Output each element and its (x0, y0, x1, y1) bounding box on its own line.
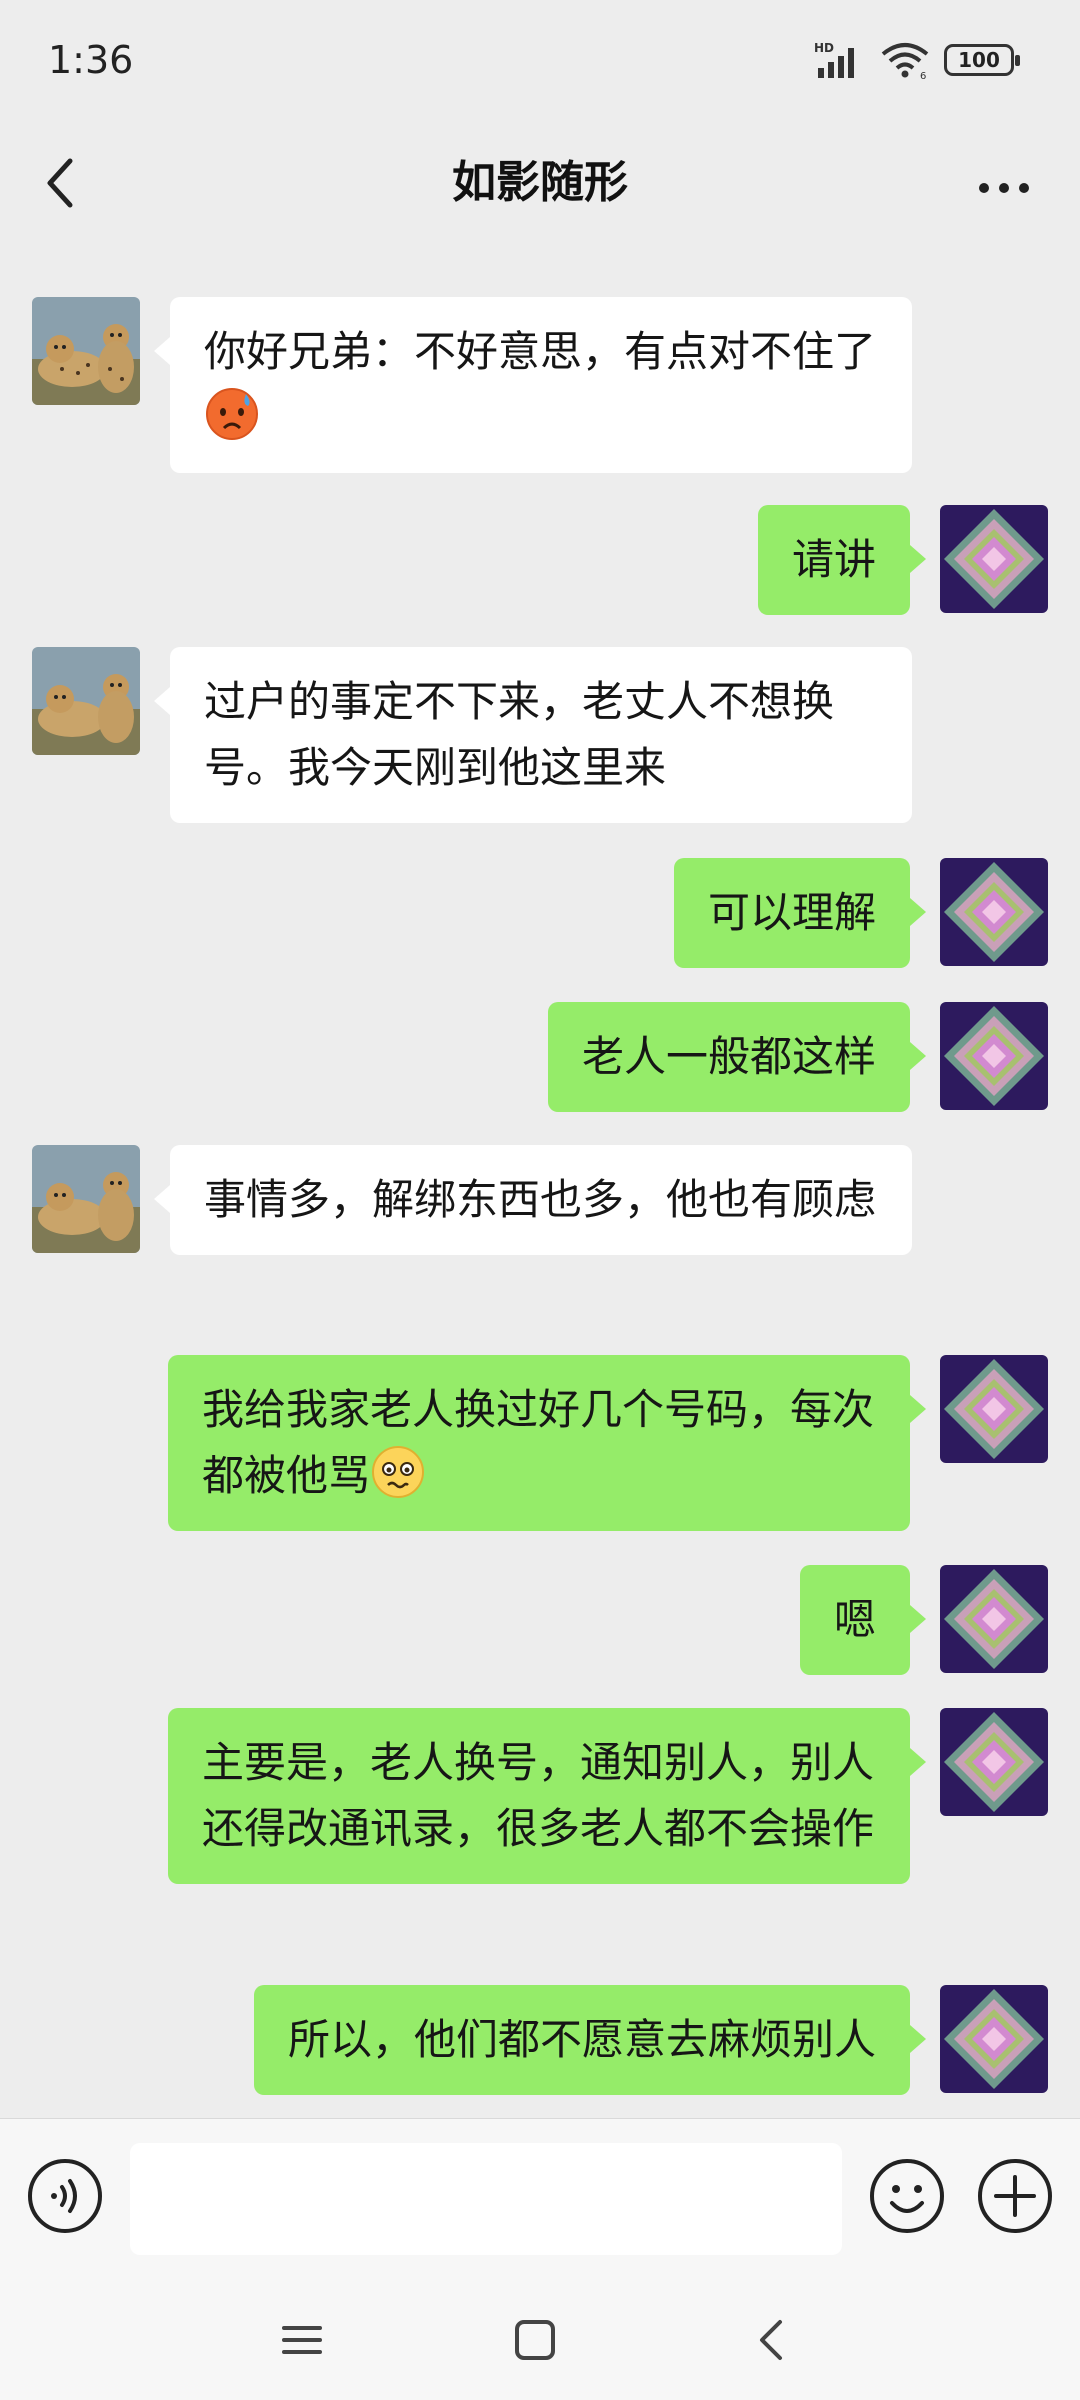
anxious-sweat-emoji (206, 388, 258, 440)
message-text: 我给我家老人换过好几个号码，每次都被他骂 (202, 1385, 875, 1500)
my-avatar[interactable] (940, 858, 1048, 966)
message-input[interactable] (130, 2143, 842, 2255)
diamond-pattern-avatar-image (940, 1355, 1048, 1463)
diamond-pattern-avatar-image (940, 505, 1048, 613)
back-chevron-icon (760, 2320, 782, 2360)
message-text: 请讲 (791, 535, 876, 584)
input-bar (0, 2118, 1080, 2278)
cheetah-avatar-image (32, 297, 140, 405)
system-nav-bar (0, 2278, 1080, 2400)
message-text: 老人一般都这样 (581, 1032, 876, 1081)
cheetah-avatar-image (32, 1145, 140, 1253)
message-row: 可以理解 (0, 858, 1080, 968)
voice-button[interactable] (26, 2157, 104, 2235)
outgoing-bubble[interactable]: 可以理解 (673, 858, 927, 968)
outgoing-bubble[interactable]: 我给我家老人换过好几个号码，每次都被他骂 (168, 1355, 926, 1531)
diamond-pattern-avatar-image (940, 1985, 1048, 2093)
my-avatar[interactable] (940, 1985, 1048, 2093)
cheetah-avatar-image (32, 647, 140, 755)
outgoing-bubble[interactable]: 所以，他们都不愿意去麻烦别人 (253, 1985, 927, 2095)
diamond-pattern-avatar-image (940, 1708, 1048, 1816)
my-avatar[interactable] (940, 1565, 1048, 1673)
diamond-pattern-avatar-image (940, 1565, 1048, 1673)
my-avatar[interactable] (940, 1002, 1048, 1110)
svg-text:HD: HD (814, 41, 834, 55)
chat-header: 如影随形 (0, 125, 1080, 275)
message-text: 主要是，老人换号，通知别人，别人还得改通讯录，很多老人都不会操作 (202, 1738, 875, 1853)
smiley-icon (870, 2159, 944, 2233)
message-text: 事情多，解绑东西也多，他也有顾虑 (204, 1175, 877, 1224)
nav-back-button[interactable] (740, 2308, 804, 2372)
more-dots-icon (979, 183, 1029, 193)
incoming-bubble[interactable]: 过户的事定不下来，老丈人不想换号。我今天刚到他这里来 (154, 647, 912, 823)
message-row: 所以，他们都不愿意去麻烦别人 (0, 1985, 1080, 2095)
chat-messages[interactable]: 你好兄弟：不好意思，有点对不住了 请讲 过户的事定不下来，老丈人不想换号。我今天… (0, 275, 1080, 2115)
battery-level: 100 (958, 48, 1000, 72)
outgoing-bubble[interactable]: 老人一般都这样 (547, 1002, 927, 1112)
contact-avatar[interactable] (32, 647, 140, 755)
message-row: 请讲 (0, 505, 1080, 615)
battery-icon: 100 (944, 44, 1020, 76)
my-avatar[interactable] (940, 1355, 1048, 1463)
message-row: 事情多，解绑东西也多，他也有顾虑 (0, 1145, 1080, 1325)
menu-icon (282, 2326, 322, 2354)
nav-home-button[interactable] (503, 2308, 567, 2372)
incoming-bubble[interactable]: 你好兄弟：不好意思，有点对不住了 (154, 297, 912, 473)
contact-avatar[interactable] (32, 297, 140, 405)
outgoing-bubble[interactable]: 嗯 (799, 1565, 927, 1675)
message-text: 所以，他们都不愿意去麻烦别人 (287, 2015, 876, 2064)
home-square-icon (515, 2320, 555, 2360)
message-text: 可以理解 (707, 888, 876, 937)
message-row: 过户的事定不下来，老丈人不想换号。我今天刚到他这里来 (0, 647, 1080, 827)
message-row: 嗯 (0, 1565, 1080, 1675)
message-text: 你好兄弟：不好意思，有点对不住了 (204, 327, 877, 376)
emoji-button[interactable] (868, 2157, 946, 2235)
voice-icon (28, 2159, 102, 2233)
my-avatar[interactable] (940, 1708, 1048, 1816)
pleading-face-emoji (372, 1446, 425, 1498)
message-text: 过户的事定不下来，老丈人不想换号。我今天刚到他这里来 (204, 677, 835, 792)
contact-avatar[interactable] (32, 1145, 140, 1253)
chat-title: 如影随形 (452, 157, 628, 208)
more-functions-button[interactable] (976, 2157, 1054, 2235)
plus-circle-icon (978, 2159, 1052, 2233)
hd-signal-icon: HD (814, 41, 854, 78)
message-row: 老人一般都这样 (0, 1002, 1080, 1112)
diamond-pattern-avatar-image (940, 1002, 1048, 1110)
message-row: 我给我家老人换过好几个号码，每次都被他骂 (0, 1355, 1080, 1535)
status-icons: HD 6 100 (814, 40, 1020, 80)
outgoing-bubble[interactable]: 请讲 (757, 505, 927, 615)
incoming-bubble[interactable]: 事情多，解绑东西也多，他也有顾虑 (154, 1145, 912, 1255)
nav-menu-button[interactable] (270, 2308, 334, 2372)
more-button[interactable] (964, 143, 1044, 223)
wifi-icon: 6 (881, 43, 929, 80)
my-avatar[interactable] (940, 505, 1048, 613)
status-bar: 1:36 HD 6 100 (0, 0, 1080, 125)
status-time: 1:36 (48, 38, 134, 82)
diamond-pattern-avatar-image (940, 858, 1048, 966)
message-row: 主要是，老人换号，通知别人，别人还得改通讯录，很多老人都不会操作 (0, 1708, 1080, 1958)
svg-text:6: 6 (920, 71, 926, 80)
outgoing-bubble[interactable]: 主要是，老人换号，通知别人，别人还得改通讯录，很多老人都不会操作 (168, 1708, 926, 1884)
message-row: 你好兄弟：不好意思，有点对不住了 (0, 275, 1080, 473)
message-text: 嗯 (833, 1595, 876, 1644)
